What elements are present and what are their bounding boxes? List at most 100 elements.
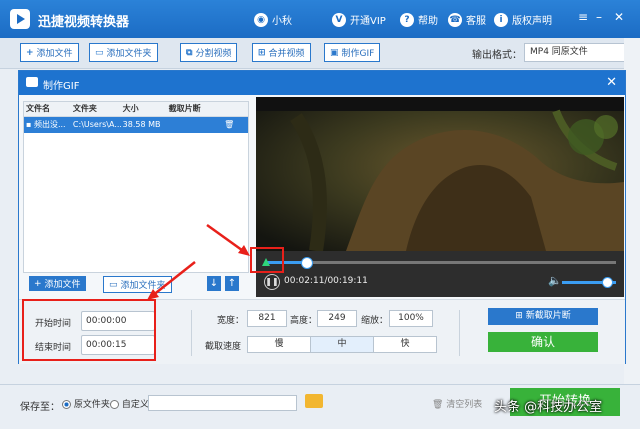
- trash-icon[interactable]: 🗑: [222, 117, 248, 133]
- width-label: 宽度：: [217, 316, 245, 326]
- move-down-icon[interactable]: ↓: [207, 276, 221, 291]
- speed-label: 截取速度: [205, 342, 242, 352]
- clear-list-label: 清空列表: [446, 400, 483, 410]
- camera-icon: [26, 77, 38, 87]
- plus-icon: +: [34, 278, 42, 289]
- dialog-add-folder-label: 添加文件夹: [120, 281, 166, 291]
- dialog-add-file-button[interactable]: + 添加文件: [29, 276, 86, 291]
- confirm-button[interactable]: 确认: [488, 332, 598, 352]
- user-menu[interactable]: ◉ 小秋: [254, 12, 292, 27]
- plus-icon: +: [26, 47, 34, 58]
- scale-label: 缩放：: [361, 316, 389, 326]
- make-gif-label: 制作GIF: [341, 49, 375, 59]
- original-folder-option[interactable]: 原文件夹: [62, 397, 110, 410]
- app-title: 迅捷视频转换器: [38, 15, 130, 30]
- col-size: 大小: [122, 104, 139, 113]
- app-logo-icon: [10, 9, 30, 29]
- help-icon: ?: [400, 12, 414, 27]
- file-name: ▪ 频出没...: [26, 120, 66, 129]
- minimize-icon[interactable]: –: [596, 10, 602, 24]
- help-button[interactable]: ? 帮助: [400, 12, 438, 27]
- time-display: 00:02:11/00:19:11: [284, 276, 368, 286]
- file-list: 文件名 文件夹 大小 截取片断 ▪ 频出没... C:\Users\A... 3…: [23, 101, 249, 273]
- custom-folder-label: 自定义: [121, 400, 149, 410]
- speed-selector: 慢 中 快: [247, 336, 437, 353]
- copyright-button[interactable]: i 版权声明: [494, 12, 552, 27]
- highlight-box: [22, 299, 156, 361]
- output-format-select[interactable]: MP4 同原文件: [524, 43, 631, 62]
- original-folder-label: 原文件夹: [73, 400, 110, 410]
- copyright-label: 版权声明: [512, 16, 552, 27]
- folder-icon[interactable]: [305, 394, 323, 408]
- volume-thumb[interactable]: [602, 277, 613, 288]
- close-icon[interactable]: ✕: [614, 10, 624, 24]
- folder-icon: ▭: [95, 47, 104, 58]
- menu-icon[interactable]: ≡: [578, 10, 588, 24]
- speed-fast[interactable]: 快: [374, 337, 436, 352]
- height-input[interactable]: 249: [317, 310, 357, 327]
- folder-icon: ▭: [109, 279, 118, 290]
- make-gif-button[interactable]: ▣ 制作GIF: [324, 43, 381, 62]
- save-to-label: 保存至：: [20, 402, 60, 413]
- watermark: 头条 @科技办公室: [494, 400, 603, 415]
- dialog-title-bar: 制作GIF ✕: [19, 71, 625, 95]
- headset-icon: ☎: [448, 12, 462, 27]
- add-file-button[interactable]: + 添加文件: [20, 43, 79, 62]
- vip-icon: V: [332, 12, 346, 27]
- file-name-text: 频出没...: [33, 120, 66, 129]
- volume-icon[interactable]: 🔈: [548, 274, 562, 287]
- merge-icon: ⊞: [258, 47, 266, 58]
- save-path-input[interactable]: [148, 395, 297, 411]
- vip-button[interactable]: V 开通VIP: [332, 12, 386, 27]
- video-preview: [256, 97, 624, 251]
- add-file-label: 添加文件: [36, 49, 73, 59]
- help-label: 帮助: [418, 16, 438, 27]
- user-name: 小秋: [272, 16, 292, 27]
- file-folder: C:\Users\A...: [72, 120, 121, 129]
- move-up-icon[interactable]: ↑: [225, 276, 239, 291]
- col-folder: 文件夹: [72, 104, 97, 113]
- add-folder-button[interactable]: ▭ 添加文件夹: [89, 43, 158, 62]
- merge-video-label: 合并视频: [268, 49, 305, 59]
- app-window: 迅捷视频转换器 ◉ 小秋 V 开通VIP ? 帮助 ☎ 客服 i 版权声明 ≡ …: [0, 0, 640, 429]
- speed-medium[interactable]: 中: [311, 337, 374, 352]
- divider: [191, 310, 192, 356]
- dialog-add-file-label: 添加文件: [44, 280, 81, 290]
- player-controls: ❚❚ 00:02:11/00:19:11 🔈: [256, 251, 624, 297]
- file-list-header: 文件名 文件夹 大小 截取片断: [24, 102, 248, 117]
- dialog-add-folder-button[interactable]: ▭ 添加文件夹: [103, 276, 172, 293]
- service-button[interactable]: ☎ 客服: [448, 12, 486, 27]
- info-icon: i: [494, 12, 508, 27]
- seek-thumb[interactable]: [300, 257, 313, 269]
- service-label: 客服: [466, 16, 486, 27]
- output-format-label: 输出格式：: [472, 50, 522, 61]
- width-input[interactable]: 821: [247, 310, 287, 327]
- split-video-label: 分割视频: [195, 49, 232, 59]
- height-label: 高度：: [290, 316, 318, 326]
- radio-icon: [110, 400, 119, 409]
- speed-slow[interactable]: 慢: [248, 337, 311, 352]
- scale-input[interactable]: 100%: [389, 310, 433, 327]
- add-folder-label: 添加文件夹: [106, 49, 152, 59]
- background-panel: [624, 38, 640, 384]
- file-size: 38.58 MB: [122, 120, 161, 129]
- pause-icon[interactable]: ❚❚: [264, 274, 280, 290]
- clear-list-button[interactable]: 🗑 清空列表: [432, 397, 482, 410]
- gif-icon: ▣: [330, 47, 339, 58]
- dialog-close-icon[interactable]: ✕: [606, 75, 617, 90]
- col-filename: 文件名: [26, 104, 50, 113]
- vip-label: 开通VIP: [350, 16, 386, 27]
- new-clip-button[interactable]: ⊞ 新截取片断: [488, 308, 598, 325]
- divider: [459, 310, 460, 356]
- radio-selected-icon: [62, 400, 71, 409]
- split-icon: ⧉: [186, 47, 193, 58]
- split-video-button[interactable]: ⧉ 分割视频: [180, 43, 238, 62]
- user-icon: ◉: [254, 12, 268, 27]
- merge-video-button[interactable]: ⊞ 合并视频: [252, 43, 311, 62]
- title-bar: 迅捷视频转换器 ◉ 小秋 V 开通VIP ? 帮助 ☎ 客服 i 版权声明 ≡ …: [0, 0, 640, 38]
- custom-folder-option[interactable]: 自定义: [110, 397, 149, 410]
- table-row[interactable]: ▪ 频出没... C:\Users\A... 38.58 MB 🗑: [24, 117, 248, 133]
- col-clip: 截取片断: [168, 104, 201, 113]
- highlight-box: [250, 247, 284, 273]
- seek-bar[interactable]: [266, 261, 616, 264]
